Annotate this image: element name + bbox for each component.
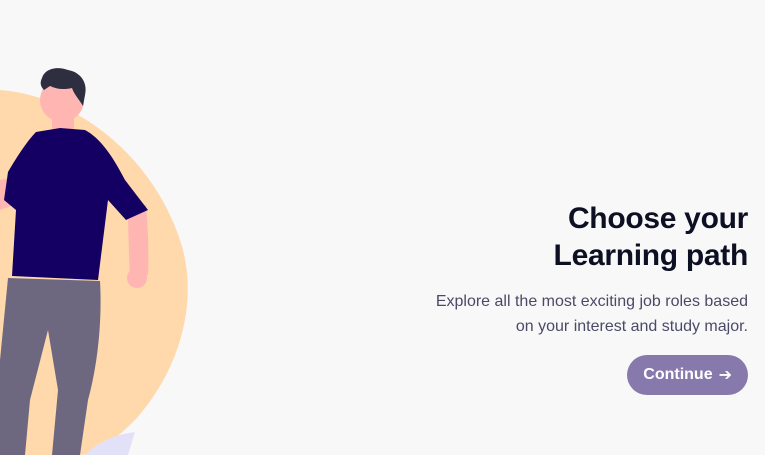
person-illustration: [0, 68, 188, 455]
right-hand: [127, 268, 147, 288]
title-line-2: Learning path: [553, 239, 749, 272]
continue-label: Continue: [643, 366, 713, 383]
description-line-1: Explore all the most exciting job roles …: [435, 293, 748, 310]
title-line-1: Choose your: [567, 202, 748, 235]
arrow-right-icon: ➔: [718, 367, 732, 384]
description-line-2: on your interest and study major.: [515, 318, 748, 335]
continue-button[interactable]: Continue ➔: [627, 355, 748, 395]
description: Explore all the most exciting job roles …: [388, 289, 748, 339]
onboarding-panel: Choose your Learning path Explore all th…: [388, 200, 748, 395]
page-title: Choose your Learning path: [388, 200, 749, 274]
